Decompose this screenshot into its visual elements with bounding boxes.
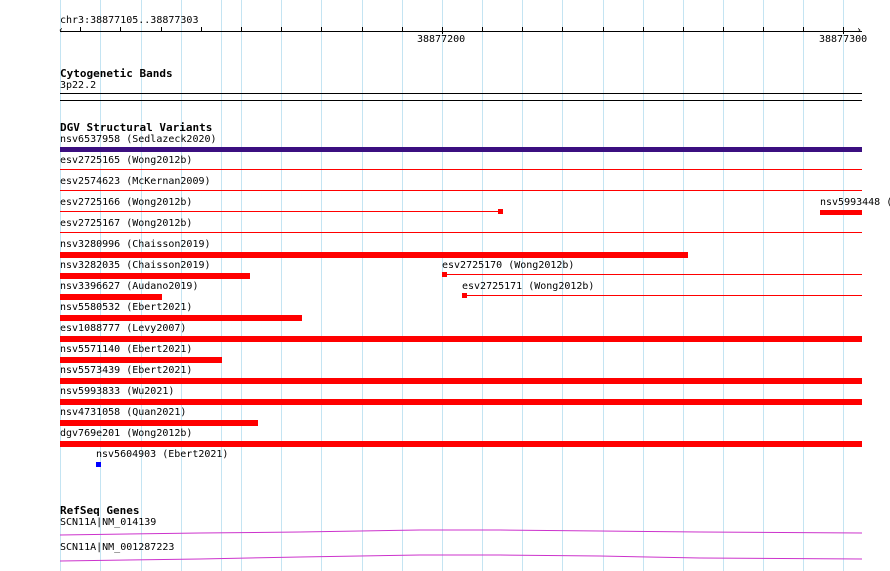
gene-model-scn11a-nm014139[interactable] — [59, 529, 863, 536]
gene-model-scn11a-nm001287223[interactable] — [59, 554, 863, 562]
genome-browser-panel: chr3:38877105..38877303 ‹ › 38877200 388… — [0, 0, 890, 571]
gene-models — [59, 529, 863, 562]
